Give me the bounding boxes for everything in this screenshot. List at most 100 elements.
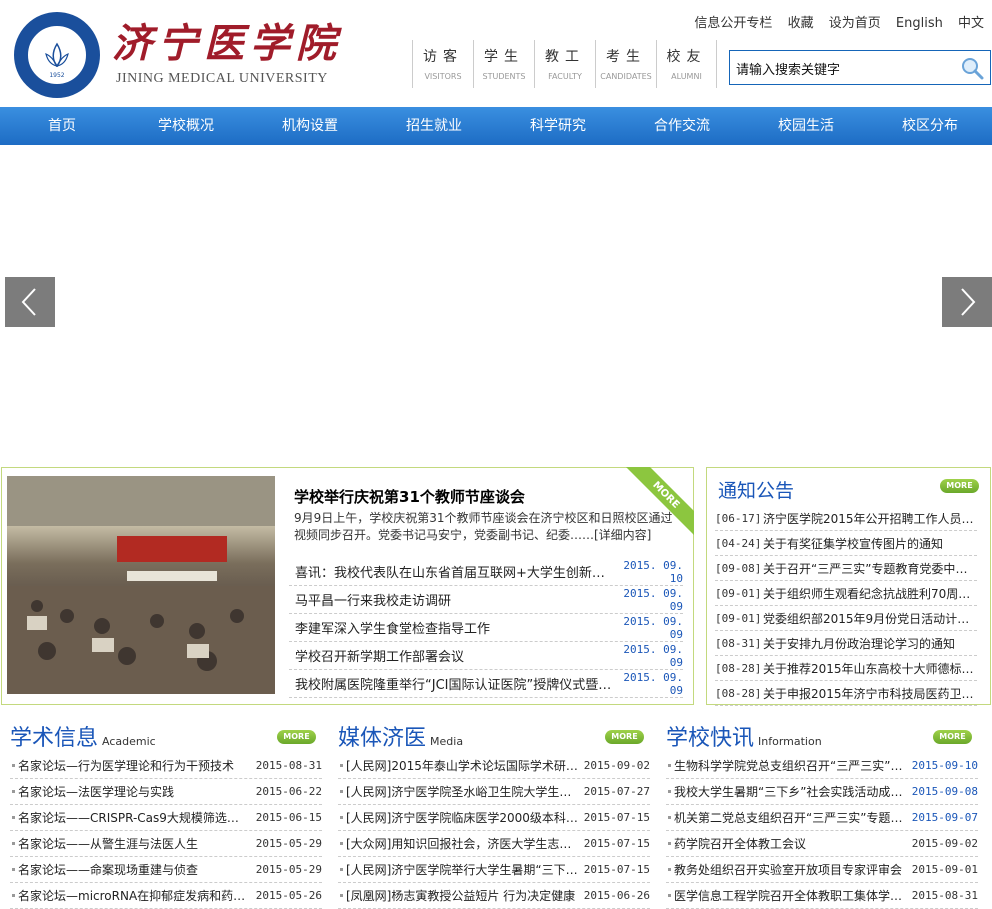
item-title: [大众网]用知识回报社会，济医大学生志愿者在行动 [346,837,578,851]
favorite-link[interactable]: 收藏 [788,16,814,31]
search-input[interactable] [736,57,956,79]
quick-visitors[interactable]: 访客 VISITORS [412,40,473,88]
set-homepage-link[interactable]: 设为首页 [829,16,881,31]
notice-item-title: 关于召开“三严三实”专题教育党委中心组学习会议的通知 [763,561,977,576]
meeting-photo-graphic [7,476,275,694]
nav-campuses[interactable]: 校区分布 [868,107,992,145]
list-item[interactable]: [08-31] 关于安排九月份政治理论学习的通知 [715,631,977,656]
university-seal-logo[interactable]: 1952 [14,12,100,98]
list-item[interactable]: [09-01] 党委组织部2015年9月份党日活动计划安排 [715,606,977,631]
list-item[interactable]: [大众网]用知识回报社会，济医大学生志愿者在行动 2015-07-15 [338,831,650,857]
list-item[interactable]: 名家论坛—microRNA在抑郁症发病和药物治疗中的作用 2015-05-26 [10,883,322,909]
media-more-button[interactable]: MORE [605,730,644,744]
media-title: 媒体济医 Media [338,720,463,752]
quick-links: 访客 VISITORS 学生 STUDENTS 教工 FACULTY 考生 CANDID… [412,40,717,88]
item-date: 2015-07-27 [583,785,650,798]
list-item[interactable]: [08-28]关于推荐2015年山东高校十大师德标兵的通知 [715,656,977,681]
nav-cooperation[interactable]: 合作交流 [620,107,744,145]
item-date: 2015-09-02 [911,837,978,850]
notice-item-title: 关于申报2015年济宁市科技局医药卫生科技计划项目的通知 [763,686,977,701]
item-title: 医学信息工程学院召开全体教职工集体学习会 [674,889,906,903]
list-item[interactable]: 名家论坛—行为医学理论和行为干预技术 2015-08-31 [10,753,322,779]
nav-departments[interactable]: 机构设置 [248,107,372,145]
list-item[interactable]: [09-08]关于召开“三严三实”专题教育党委中心组学习会议的通知 [715,556,977,581]
list-item[interactable]: [04-24] 关于有奖征集学校宣传图片的通知 [715,531,977,556]
news-photo[interactable] [7,476,275,694]
news-date: 2015. 09. 09 [623,614,683,641]
item-title: 名家论坛——从警生涯与法医人生 [18,837,199,851]
nav-admissions[interactable]: 招生就业 [372,107,496,145]
list-item[interactable]: [09-01]关于组织师生观看纪念抗战胜利70周年大会的通知 [715,581,977,606]
item-date: 2015-05-26 [255,889,322,902]
list-item[interactable]: [06-17] 济宁医学院2015年公开招聘工作人员公告 [715,506,977,531]
list-item[interactable]: [人民网]济宁医学院圣水峪卫生院大学生实践基地揭牌 2015-07-27 [338,779,650,805]
quick-candidates[interactable]: 考生 CANDIDATES [595,40,656,88]
nav-research[interactable]: 科学研究 [496,107,620,145]
quick-faculty[interactable]: 教工 FACULTY [534,40,595,88]
item-date: 2015-07-15 [583,837,650,850]
list-item[interactable]: [人民网]济宁医学院举行大学生暑期“三下乡”社会实践启动仪式 2015-07-15 [338,857,650,883]
list-item[interactable]: 名家论坛—法医学理论与实践 2015-06-22 [10,779,322,805]
list-item[interactable]: 名家论坛——CRISPR-Cas9大规模筛选揭示肿瘤生物学新机制 2015-06-… [10,805,322,831]
lotus-icon [45,42,69,68]
nav-campus-life[interactable]: 校园生活 [744,107,868,145]
list-item[interactable]: 我校附属医院隆重举行“JCI国际认证医院”授牌仪式暨总结大会 2015. 09. … [289,670,683,698]
notice-date: [09-01] [715,611,762,625]
list-item[interactable]: 药学院召开全体教工会议 2015-09-02 [666,831,978,857]
item-title: 药学院召开全体教工会议 [674,837,807,851]
list-item[interactable]: 我校大学生暑期“三下乡”社会实践活动成果丰硕 2015-09-08 [666,779,978,805]
english-link[interactable]: English [896,16,943,31]
university-name-cn[interactable]: 济宁医学院 [112,20,342,68]
express-list: 生物科学学院党总支组织召开“三严三实”专题教育学习会 2015-09-10 我校大… [666,753,978,909]
academic-title-text: 学术信息 [10,726,99,751]
quick-alumni[interactable]: 校友 ALUMNI [656,40,717,88]
seal-inner: 1952 [26,24,88,86]
list-item[interactable]: 喜讯：我校代表队在山东省首届互联网+大学生创新创业大赛中获佳绩 2015. 09.… [289,558,683,586]
list-item[interactable]: [08-28]关于申报2015年济宁市科技局医药卫生科技计划项目的通知 [715,681,977,706]
item-date: 2015-09-07 [911,811,978,824]
notice-item-title: 关于组织师生观看纪念抗战胜利70周年大会的通知 [763,586,977,601]
notice-date: [08-28] [715,661,762,675]
list-item[interactable]: 教务处组织召开实验室开放项目专家评审会 2015-09-01 [666,857,978,883]
list-item[interactable]: 医学信息工程学院召开全体教职工集体学习会 2015-08-31 [666,883,978,909]
item-date: 2015-09-02 [583,759,650,772]
academic-subtitle: Academic [102,735,156,748]
notice-date: [09-01] [715,586,762,600]
info-public-link[interactable]: 信息公开专栏 [694,16,772,31]
list-item[interactable]: 机关第二党总支组织召开“三严三实”专题学习会 2015-09-07 [666,805,978,831]
item-title: [人民网]济宁医学院临床医学2000级本科校友毕业十五周年聚会 [346,811,578,825]
item-title: 名家论坛—行为医学理论和行为干预技术 [18,759,235,773]
quick-label-en: STUDENTS [482,72,526,81]
list-item[interactable]: [凤凰网]杨志寅教授公益短片 行为决定健康 2015-06-26 [338,883,650,909]
list-item[interactable]: [人民网]济宁医学院临床医学2000级本科校友毕业十五周年聚会 2015-07-1… [338,805,650,831]
list-item[interactable]: 学校召开新学期工作部署会议 2015. 09. 09 [289,642,683,670]
news-section: MORE 学校举行庆祝第31个教师节座谈会 9月9日上午，学校庆祝第31个教师节… [1,467,694,705]
list-item[interactable]: [人民网]2015年泰山学术论坛国际学术研讨会在济宁医学院召开 2015-09-0… [338,753,650,779]
quick-students[interactable]: 学生 STUDENTS [473,40,534,88]
item-date: 2015-06-26 [583,889,650,902]
next-slide-button[interactable] [942,277,992,327]
list-item[interactable]: 马平昌一行来我校走访调研 2015. 09. 09 [289,586,683,614]
list-item[interactable]: 名家论坛——从警生涯与法医人生 2015-05-29 [10,831,322,857]
quick-label-en: ALUMNI [671,72,702,81]
item-title: 名家论坛——CRISPR-Cas9大规模筛选揭示肿瘤生物学新机制 [18,811,250,825]
list-item[interactable]: 生物科学学院党总支组织召开“三严三实”专题教育学习会 2015-09-10 [666,753,978,779]
nav-about[interactable]: 学校概况 [124,107,248,145]
list-item[interactable]: 名家论坛——命案现场重建与侦查 2015-05-29 [10,857,322,883]
notice-item-title: 党委组织部2015年9月份党日活动计划安排 [763,611,977,626]
item-date: 2015-07-15 [583,863,650,876]
news-summary: 9月9日上午，学校庆祝第31个教师节座谈会在济宁校区和日照校区通过视频同步召开。… [294,511,673,542]
nav-home[interactable]: 首页 [0,107,124,145]
academic-more-button[interactable]: MORE [277,730,316,744]
prev-slide-button[interactable] [5,277,55,327]
express-more-button[interactable]: MORE [933,730,972,744]
chinese-link[interactable]: 中文 [958,16,984,31]
express-section: 学校快讯 Information MORE 生物科学学院党总支组织召开“三严三实”… [666,720,982,909]
notice-list: [06-17] 济宁医学院2015年公开招聘工作人员公告 [04-24] 关于有奖征… [715,506,977,706]
notice-item-title: 关于有奖征集学校宣传图片的通知 [763,536,944,551]
news-headline[interactable]: 学校举行庆祝第31个教师节座谈会 [294,486,525,507]
item-title: 我校大学生暑期“三下乡”社会实践活动成果丰硕 [674,785,906,799]
notice-more-button[interactable]: MORE [940,479,979,493]
search-icon[interactable] [960,56,984,80]
list-item[interactable]: 李建军深入学生食堂检查指导工作 2015. 09. 09 [289,614,683,642]
